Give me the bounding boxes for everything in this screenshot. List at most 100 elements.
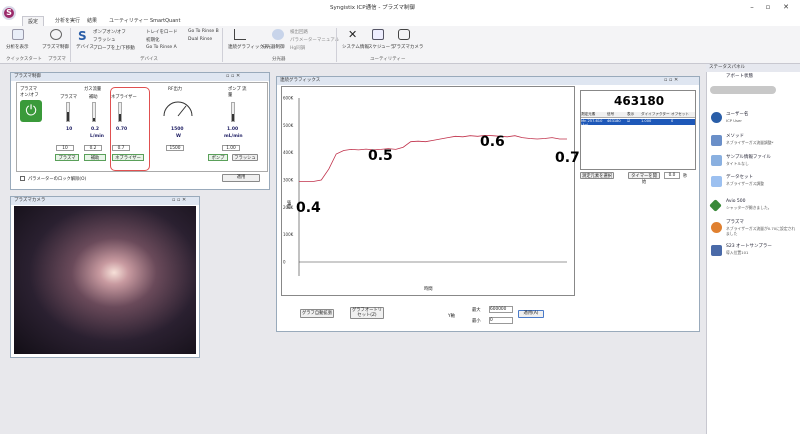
spectrometer-control-button[interactable]: 分光器制御	[262, 44, 285, 50]
detector-button[interactable]: 検出回路	[290, 29, 308, 35]
pump-gauge	[231, 102, 235, 122]
flush-button[interactable]: フラッシュ	[93, 37, 116, 43]
method-icon	[711, 135, 722, 146]
x-axis-label: 時間	[424, 287, 433, 292]
signal-big-value: 463180	[614, 94, 665, 108]
app-logo-icon[interactable]: S	[2, 6, 16, 20]
start-timer-button[interactable]: タイマーを開始	[628, 172, 660, 185]
load-tray-button[interactable]: トレイをロード	[146, 29, 178, 35]
plasma-camera-button[interactable]: プラズマカメラ	[392, 44, 423, 50]
rf-input[interactable]: 1500	[166, 145, 184, 151]
graphics-window-buttons[interactable]: ▫ ▫ ✕	[664, 77, 798, 83]
dataset-label[interactable]: データセット	[726, 175, 753, 180]
series-line	[299, 134, 567, 182]
probe-move-button[interactable]: プローブを上/下移動	[93, 45, 135, 51]
spectrometer-icon[interactable]	[272, 29, 284, 40]
system-info-icon[interactable]: ✕	[348, 29, 360, 40]
lock-label: パラメーターのロック解除(O)	[28, 177, 87, 182]
plasma-apply-button[interactable]: プラズマ	[55, 154, 79, 161]
dataset-icon	[711, 176, 722, 187]
rf-gauge	[163, 101, 193, 117]
autosampler-icon	[711, 245, 722, 256]
parameter-manual-button[interactable]: パラメーターマニュアル	[290, 37, 339, 43]
row-display-checkbox[interactable]: ☑	[627, 119, 641, 125]
tab-results[interactable]: 結果	[82, 16, 102, 26]
auto-scale-button[interactable]: グラフ自動拡張	[300, 309, 334, 318]
quickstart-group-label: クイックスタート	[6, 57, 42, 62]
hg-tune-button[interactable]: Hg同調	[290, 45, 305, 51]
sample-info-value: タイトルなし	[726, 161, 749, 166]
row-offset: 0	[671, 119, 674, 123]
auto-reset-button[interactable]: グラフオートリセット(Z)	[350, 307, 384, 319]
select-element-button[interactable]: 測定元素を選択	[580, 172, 614, 179]
gas-flow-label: ガス流量	[84, 87, 102, 92]
max-input[interactable]: 600000	[489, 306, 513, 313]
ribbon-separator	[70, 28, 71, 62]
graphics-window-title: 連続グラフィックス	[277, 77, 699, 85]
apply-range-button[interactable]: 適用(A)	[518, 310, 544, 318]
flush-apply-button[interactable]: フラッシュ	[232, 154, 258, 161]
device-icon[interactable]: S	[78, 29, 90, 43]
user-name-value: ICP User	[726, 118, 742, 123]
abort-status-bar	[710, 86, 776, 94]
sample-info-label[interactable]: サンプル情報ファイル	[726, 155, 771, 160]
close-icon[interactable]: ✕	[778, 2, 794, 12]
plasma-control-button[interactable]: プラズマ制御	[42, 44, 69, 50]
status-panel-title: ステータスパネル	[706, 64, 800, 72]
gas-unit: L/min	[90, 134, 104, 139]
pump-input[interactable]: 1.00	[222, 145, 240, 151]
tab-settings[interactable]: 設定	[22, 16, 45, 26]
plasma-input[interactable]: 10	[56, 145, 74, 151]
analysis-view-icon[interactable]	[12, 29, 24, 40]
window-title: Syngistix ICP通信 - プラズマ制御	[330, 5, 415, 11]
user-icon	[711, 112, 722, 123]
minimize-icon[interactable]: –	[744, 2, 760, 12]
dataset-value: ネブライザーガス調整	[726, 181, 764, 186]
camera-feed-image	[14, 206, 196, 354]
y-tick-label: 0	[283, 260, 286, 265]
pump-value: 1.00	[227, 127, 239, 132]
plasma-status-value: ネブライザーガス流量が0.70に設定されました	[726, 226, 796, 236]
dual-rinse-button[interactable]: Dual Rinse	[188, 37, 212, 42]
pump-button[interactable]: ポンプ	[208, 154, 228, 161]
th-element: 測定元素	[581, 112, 596, 116]
timer-field[interactable]: 0.0	[664, 172, 680, 179]
th-display: 表示	[627, 112, 635, 116]
pump-onoff-button[interactable]: ポンプオン/オフ	[93, 29, 126, 35]
y-axis-label: 強度	[286, 200, 291, 209]
annotation-0-6: 0.6	[480, 134, 505, 150]
pump-label: ポンプ 流量	[228, 87, 247, 98]
graphics-icon[interactable]	[234, 29, 246, 40]
system-info-button[interactable]: システム情報	[342, 44, 369, 50]
tab-run[interactable]: 分析を実行	[50, 16, 85, 26]
goto-rinse-a-button[interactable]: Go To Rinse A	[146, 45, 177, 50]
maximize-icon[interactable]: ▫	[760, 2, 776, 12]
plasma-control-icon[interactable]	[50, 29, 62, 40]
tab-smartquant[interactable]: SmartQuant	[145, 16, 185, 26]
th-factor: ダイイファクター	[641, 112, 670, 116]
aux-input[interactable]: 0.2	[84, 145, 102, 151]
camera-icon[interactable]	[398, 29, 410, 40]
analysis-view-button[interactable]: 分析を表示	[6, 44, 29, 50]
camera-window-title: プラズマカメラ	[11, 197, 199, 205]
plasma-group-label: プラズマ	[48, 57, 66, 62]
y-tick-label: 400K	[283, 150, 294, 155]
device-button[interactable]: デバイス	[76, 44, 94, 50]
min-input[interactable]: 0	[489, 317, 513, 324]
plasma-gauge	[66, 102, 70, 122]
user-name-label: ユーザー名	[726, 112, 749, 117]
row-element: Mn 257.610 (Ax)	[581, 119, 603, 127]
power-icon[interactable]: ⏻	[20, 100, 42, 122]
scheduler-button[interactable]: スケジューラ	[368, 44, 395, 50]
scheduler-icon[interactable]	[372, 29, 384, 40]
aux-apply-button[interactable]: 補助	[84, 154, 106, 161]
intensity-chart: 600K500K400K300K200K100K0	[283, 96, 567, 276]
initialize-button[interactable]: 初期化	[146, 37, 160, 43]
plasma-apply-all-button[interactable]: 適用	[222, 174, 260, 182]
utility-group-label: ユーティリティー	[370, 57, 406, 62]
lock-checkbox[interactable]	[20, 176, 25, 181]
autosampler-label: S23 オートサンプラー	[726, 244, 772, 249]
method-label[interactable]: メソッド	[726, 134, 744, 139]
goto-rinse-b-button[interactable]: Go To Rinse B	[188, 29, 219, 34]
table-row[interactable]: Mn 257.610 (Ax) 463180 ☑ 1.000 0	[581, 119, 695, 127]
